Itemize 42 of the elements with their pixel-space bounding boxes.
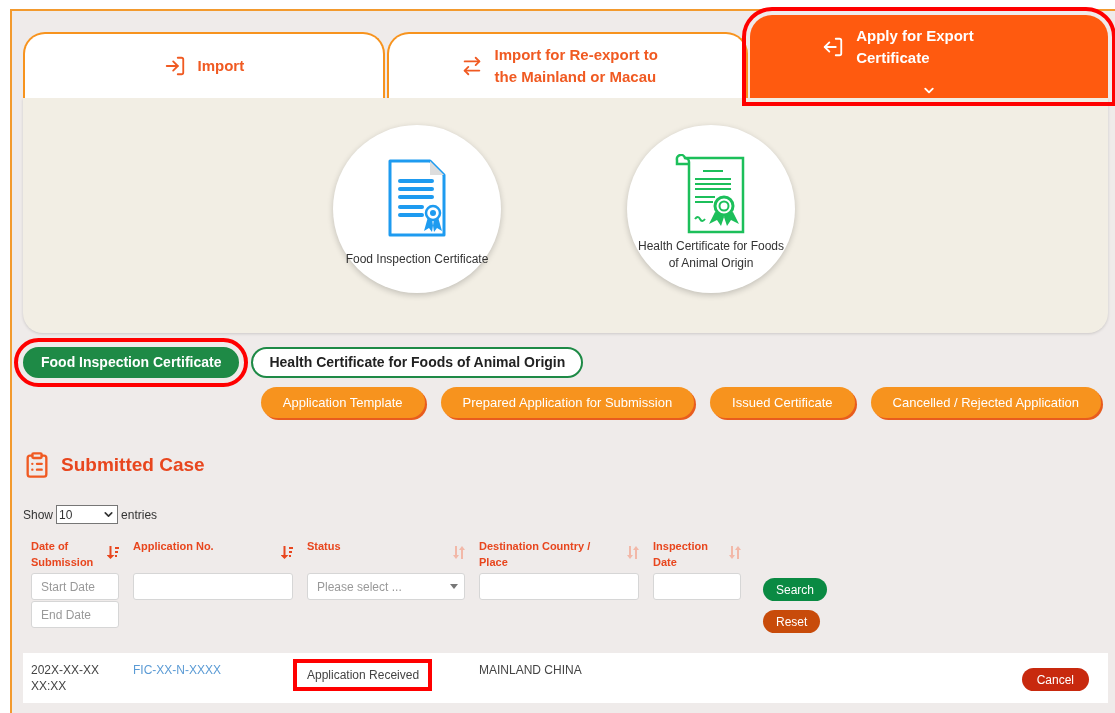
date-field[interactable] xyxy=(653,573,741,600)
document-ribbon-icon xyxy=(386,158,448,239)
search-button[interactable]: Search xyxy=(763,578,828,601)
status-select[interactable]: Please select ... xyxy=(307,573,465,600)
show-label: Show xyxy=(23,506,54,524)
card-label: Health Certificate for Foods of Animal Origin xyxy=(636,238,786,272)
sort-icon[interactable] xyxy=(729,546,741,559)
cancel-button[interactable]: Cancel xyxy=(1021,668,1089,691)
date-field[interactable]: End Date xyxy=(31,601,119,628)
entries-select[interactable]: 10 xyxy=(56,505,119,524)
caret-icon xyxy=(450,584,458,589)
column-header: Status xyxy=(307,539,341,554)
nav-tab[interactable]: Import for Re-export to the Mainland or Macau xyxy=(386,32,749,98)
application-link[interactable]: FIC-XX-N-XXXX xyxy=(133,662,285,678)
column-header: Inspection Date xyxy=(653,539,709,570)
column-header: Destination Country / Place xyxy=(479,539,592,570)
reset-button[interactable]: Reset xyxy=(763,610,821,633)
section-title: Submitted Case xyxy=(61,452,205,477)
column-header: Application No. xyxy=(133,539,214,554)
action-button[interactable]: Application Template xyxy=(260,387,425,418)
text-field[interactable] xyxy=(479,573,639,600)
certificate-card[interactable]: Food Inspection Certificate xyxy=(333,125,501,293)
action-button[interactable]: Prepared Application for Submission xyxy=(440,387,695,418)
action-button[interactable]: Issued Certificate xyxy=(710,387,855,418)
sort-icon[interactable] xyxy=(281,546,293,559)
action-button[interactable]: Cancelled / Rejected Application xyxy=(870,387,1101,418)
certificate-card[interactable]: Health Certificate for Foods of Animal Origin xyxy=(627,125,795,293)
sign-in-icon xyxy=(163,55,186,77)
card-label: Food Inspection Certificate xyxy=(344,250,490,268)
date-cell-text: 202X-XX-XX XX:XX xyxy=(31,662,101,694)
destination-cell: MAINLAND CHINA xyxy=(479,662,582,678)
sign-out-icon xyxy=(822,36,845,58)
certificate-tab[interactable]: Health Certificate for Foods of Animal Origin xyxy=(251,347,584,378)
sort-icon[interactable] xyxy=(453,546,465,559)
entries-label: entries xyxy=(121,506,158,524)
sort-icon[interactable] xyxy=(107,546,119,559)
date-field[interactable]: Start Date xyxy=(31,573,119,600)
sort-icon[interactable] xyxy=(627,546,639,559)
column-header: Date of Submission xyxy=(31,539,95,570)
nav-tab[interactable]: Import xyxy=(23,32,385,98)
status-cell: Application Received xyxy=(293,659,432,691)
text-field[interactable] xyxy=(133,573,293,600)
